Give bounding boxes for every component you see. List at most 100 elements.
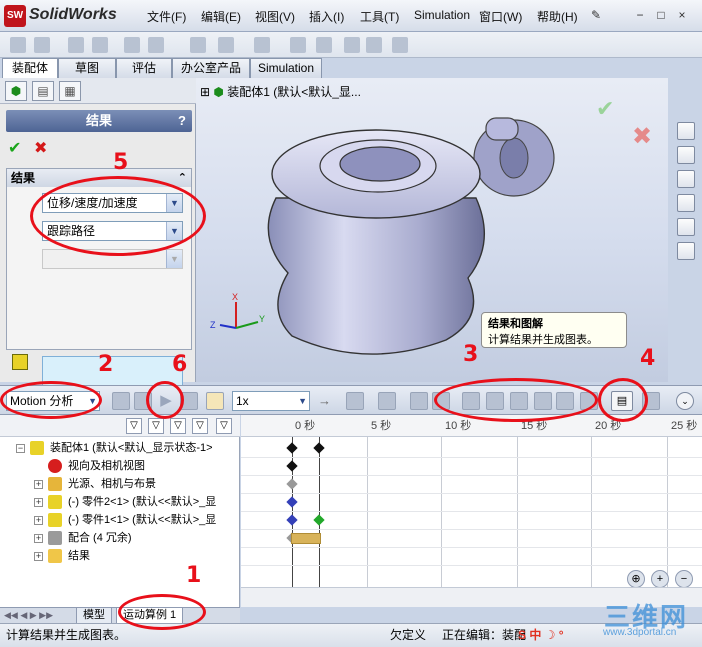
row-line: [241, 457, 702, 458]
tab-assembly[interactable]: 装配体: [2, 58, 58, 78]
collapse-chevron-icon[interactable]: ⌃: [178, 169, 187, 187]
key-point[interactable]: [286, 460, 298, 472]
collapse-minus-icon[interactable]: −: [16, 444, 25, 453]
solidworks-logo[interactable]: SW SolidWorks: [4, 5, 126, 27]
filter-results-icon[interactable]: ▽: [192, 418, 208, 434]
chevron-down-icon[interactable]: ▼: [298, 392, 307, 410]
minimize-button[interactable]: −: [632, 7, 648, 23]
tab-evaluate[interactable]: 评估: [116, 58, 172, 78]
tree-item-lights[interactable]: + 光源、相机与布景: [0, 475, 240, 493]
file-explorer-icon[interactable]: [677, 170, 695, 188]
mate-change-bar[interactable]: [291, 533, 321, 544]
tree-item-part2[interactable]: + (-) 零件2<1> (默认<<默认>_显: [0, 493, 240, 511]
tab-simulation[interactable]: Simulation: [250, 58, 322, 78]
zoom-out-icon[interactable]: −: [675, 570, 693, 588]
tab-sketch[interactable]: 草图: [58, 58, 116, 78]
search-icon[interactable]: [677, 194, 695, 212]
bill-of-materials-icon[interactable]: [344, 37, 360, 53]
tab-model[interactable]: 模型: [76, 608, 112, 624]
exploded-view-icon[interactable]: [366, 37, 382, 53]
filter-selected-icon[interactable]: ▽: [170, 418, 186, 434]
input-method-icon[interactable]: S 中 ☽ °: [518, 624, 564, 646]
design-library-icon[interactable]: [677, 146, 695, 164]
playback-speed-value: 1x: [236, 394, 249, 408]
close-button[interactable]: ×: [674, 7, 690, 23]
calculate-icon[interactable]: [112, 392, 130, 410]
new-motion-study-icon[interactable]: [316, 37, 332, 53]
reference-geometry-icon[interactable]: [290, 37, 306, 53]
annotation-number-6: 6: [172, 352, 188, 377]
animation-wizard-icon[interactable]: [378, 392, 396, 410]
panel-title: 结果: [85, 113, 112, 128]
expand-plus-icon[interactable]: +: [34, 552, 43, 561]
filter-animated-icon[interactable]: ▽: [126, 418, 142, 434]
status-message: 计算结果并生成图表。: [6, 628, 127, 642]
mates-icon: [48, 531, 62, 545]
filter-all-icon[interactable]: ▽: [216, 418, 232, 434]
arrow-right-icon[interactable]: →: [318, 393, 331, 408]
cancel-x-icon[interactable]: ✖: [34, 138, 47, 158]
menu-window[interactable]: 窗口(W): [479, 8, 522, 25]
menu-edit[interactable]: 编辑(E): [201, 8, 241, 25]
appearances-icon[interactable]: [677, 218, 695, 236]
autokey-icon[interactable]: [410, 392, 428, 410]
zoom-to-fit-icon[interactable]: ⊕: [627, 570, 645, 588]
timeline[interactable]: 0 秒 5 秒 10 秒 15 秒 20 秒 25 秒 ⊕ + −: [241, 415, 702, 607]
status-definition: 欠定义: [390, 628, 427, 642]
flyout-tree-root[interactable]: ⊞ ⬢ 装配体1 (默认<默认_显...: [200, 83, 361, 100]
save-animation-icon[interactable]: [346, 392, 364, 410]
time-label: 10 秒: [445, 420, 472, 432]
key-point[interactable]: [313, 442, 325, 454]
menu-view[interactable]: 视图(V): [255, 8, 295, 25]
tab-office-products[interactable]: 办公室产品: [172, 58, 250, 78]
collapse-motion-manager-icon[interactable]: ⌄: [676, 392, 694, 410]
tree-item-mates[interactable]: + 配合 (4 冗余): [0, 529, 240, 547]
tree-item-results[interactable]: + 结果: [0, 547, 240, 565]
key-point[interactable]: [286, 496, 298, 508]
key-point[interactable]: [313, 514, 325, 526]
filter-driving-icon[interactable]: ▽: [148, 418, 164, 434]
linear-pattern-icon[interactable]: [148, 37, 164, 53]
explode-line-icon[interactable]: [392, 37, 408, 53]
property-manager-icon[interactable]: ▤: [32, 81, 54, 101]
menu-simulation[interactable]: Simulation: [414, 8, 470, 22]
expand-plus-icon[interactable]: ⊞: [200, 85, 210, 99]
expand-plus-icon[interactable]: +: [34, 516, 43, 525]
menu-tools[interactable]: 工具(T): [360, 8, 399, 25]
pin-icon[interactable]: ✎: [588, 7, 604, 23]
playback-mode-icon[interactable]: [206, 392, 224, 410]
tab-scroll-arrows-icon[interactable]: ◀◀ ◀ ▶ ▶▶: [4, 610, 53, 621]
expand-plus-icon[interactable]: +: [34, 534, 43, 543]
zoom-in-icon[interactable]: +: [651, 570, 669, 588]
axis-y-label: Y: [259, 314, 265, 324]
confirm-cancel-icon: ✖: [632, 122, 652, 150]
key-point[interactable]: [286, 442, 298, 454]
tree-item-part1[interactable]: + (-) 零件1<1> (默认<<默认>_显: [0, 511, 240, 529]
assembly-features-icon[interactable]: [254, 37, 270, 53]
ok-check-icon[interactable]: ✔: [8, 138, 21, 158]
move-component-icon[interactable]: [190, 37, 206, 53]
menu-file[interactable]: 文件(F): [147, 8, 186, 25]
edit-component-icon[interactable]: [68, 37, 84, 53]
feature-manager-icon[interactable]: ⬢: [5, 81, 27, 101]
insert-component-icon[interactable]: [92, 37, 108, 53]
expand-plus-icon[interactable]: +: [34, 480, 43, 489]
chevron-down-icon: ▼: [166, 250, 182, 268]
mate-icon[interactable]: [124, 37, 140, 53]
configuration-manager-icon[interactable]: ▦: [59, 81, 81, 101]
menu-insert[interactable]: 插入(I): [309, 8, 344, 25]
key-point[interactable]: [286, 514, 298, 526]
new-doc-icon[interactable]: [10, 37, 26, 53]
show-hidden-icon[interactable]: [218, 37, 234, 53]
help-icon[interactable]: ?: [178, 110, 186, 132]
tree-item-views[interactable]: 视向及相机视图: [0, 457, 240, 475]
open-doc-icon[interactable]: [34, 37, 50, 53]
tree-item-assembly[interactable]: − 装配体1 (默认<默认_显示状态-1>: [0, 439, 240, 457]
key-point[interactable]: [286, 478, 298, 490]
home-icon[interactable]: [677, 122, 695, 140]
maximize-button[interactable]: □: [653, 7, 669, 23]
menu-help[interactable]: 帮助(H): [537, 8, 578, 25]
playback-speed-select[interactable]: 1x ▼: [232, 391, 310, 411]
custom-properties-icon[interactable]: [677, 242, 695, 260]
expand-plus-icon[interactable]: +: [34, 498, 43, 507]
